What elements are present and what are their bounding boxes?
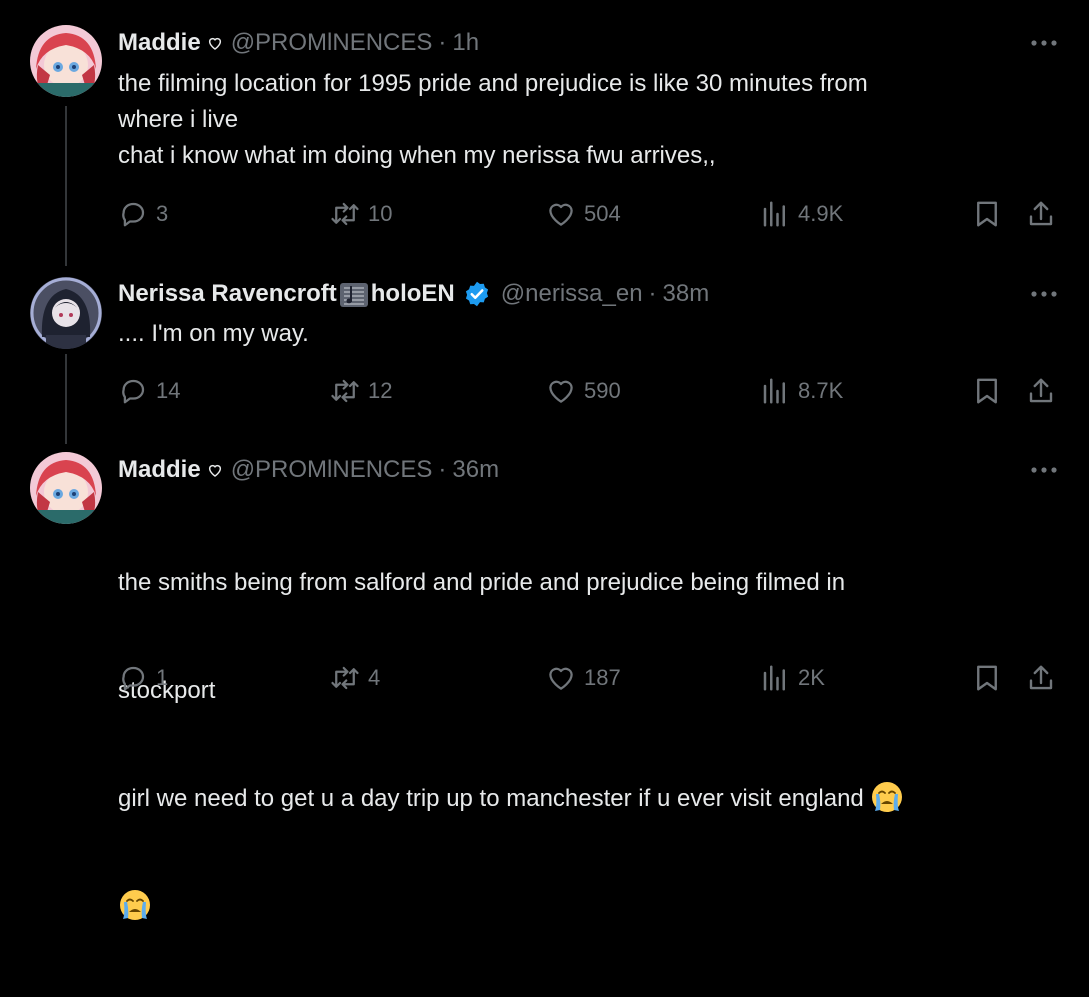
avatar[interactable]: [30, 25, 102, 97]
bookmark-icon: [977, 201, 997, 227]
bookmark-icon: [977, 665, 997, 691]
tweet-text-line: girl we need to get u a day trip up to m…: [118, 781, 1038, 817]
views-icon: [763, 201, 785, 227]
like-icon: [549, 667, 573, 690]
tweet[interactable]: Maddie @PROMlNENCES · 1h the filming loc…: [0, 0, 1089, 260]
reply-button[interactable]: 3: [118, 196, 168, 232]
like-button[interactable]: 590: [546, 373, 621, 409]
retweet-icon: [331, 202, 359, 226]
tweet-text-line: the smiths being from salford and pride …: [118, 569, 846, 596]
share-icon: [1029, 665, 1053, 690]
views-button[interactable]: 4.9K: [760, 196, 843, 232]
action-bar: 3 10 504 4.9K: [118, 196, 1068, 232]
retweet-count: 4: [368, 665, 381, 690]
tweet-header: Maddie @PROMlNENCES · 1h: [118, 28, 479, 58]
handle[interactable]: @PROMlNENCES: [231, 456, 433, 484]
reply-count: 3: [156, 201, 169, 226]
timestamp[interactable]: 1h: [452, 29, 479, 57]
display-name[interactable]: Maddie: [118, 456, 201, 484]
action-bar: 1 4 187 2K: [118, 660, 1068, 696]
tweet-header: Nerissa Ravencroft holoEN @nerissa_en · 3…: [118, 279, 709, 309]
share-icon: [1029, 378, 1053, 403]
more-icon[interactable]: [1029, 32, 1059, 54]
retweet-count: 10: [368, 201, 393, 226]
like-count: 187: [584, 665, 621, 690]
reply-count: 1: [156, 665, 169, 690]
music-score-icon: [339, 282, 368, 307]
separator-dot: ·: [648, 280, 657, 307]
reply-count: 14: [156, 378, 181, 403]
like-icon: [549, 380, 573, 403]
views-count: 4.9K: [798, 201, 844, 226]
views-count: 2K: [798, 665, 825, 690]
reply-icon: [122, 202, 145, 227]
timestamp[interactable]: 38m: [663, 280, 710, 308]
verified-badge-icon: [463, 280, 491, 308]
views-button[interactable]: 2K: [760, 660, 825, 696]
retweet-button[interactable]: 12: [330, 373, 392, 409]
display-name[interactable]: Maddie: [118, 29, 201, 57]
bookmark-icon: [977, 378, 997, 404]
views-count: 8.7K: [798, 378, 844, 403]
share-button[interactable]: [1026, 373, 1056, 409]
like-icon: [549, 203, 573, 226]
tweet-text-line: [118, 889, 1038, 925]
retweet-button[interactable]: 4: [330, 660, 380, 696]
retweet-count: 12: [368, 378, 393, 403]
like-button[interactable]: 187: [546, 660, 621, 696]
share-icon: [1029, 201, 1053, 226]
tweet[interactable]: Nerissa Ravencroft holoEN @nerissa_en · 3…: [0, 260, 1089, 440]
crying-face-emoji: [120, 889, 150, 920]
timestamp[interactable]: 36m: [452, 456, 499, 484]
action-bar: 14 12 590 8.7K: [118, 373, 1068, 409]
handle[interactable]: @nerissa_en: [501, 280, 643, 308]
more-icon[interactable]: [1029, 459, 1059, 481]
tweet-text: the smiths being from salford and pride …: [118, 493, 1038, 997]
heart-badge-icon: [207, 462, 223, 478]
views-icon: [763, 665, 785, 691]
crying-face-emoji: [872, 781, 903, 812]
bookmark-button[interactable]: [972, 373, 1002, 409]
like-button[interactable]: 504: [546, 196, 621, 232]
like-count: 504: [584, 201, 621, 226]
share-button[interactable]: [1026, 196, 1056, 232]
tweet-text: .... I'm on my way.: [118, 320, 309, 347]
retweet-icon: [331, 379, 359, 403]
more-icon[interactable]: [1029, 283, 1059, 305]
tweet[interactable]: Maddie @PROMlNENCES · 36m the smiths bei…: [0, 440, 1089, 920]
reply-icon: [122, 666, 145, 691]
heart-badge-icon: [207, 35, 223, 51]
views-icon: [763, 378, 785, 404]
reply-button[interactable]: 14: [118, 373, 180, 409]
separator-dot: ·: [438, 29, 447, 56]
avatar[interactable]: [30, 452, 102, 524]
handle[interactable]: @PROMlNENCES: [231, 29, 433, 57]
tweet-header: Maddie @PROMlNENCES · 36m: [118, 455, 499, 485]
separator-dot: ·: [438, 456, 447, 483]
display-name[interactable]: Nerissa Ravencroft holoEN: [118, 280, 455, 308]
views-button[interactable]: 8.7K: [760, 373, 843, 409]
tweet-text: the filming location for 1995 pride and …: [118, 70, 868, 169]
reply-button[interactable]: 1: [118, 660, 168, 696]
like-count: 590: [584, 378, 621, 403]
bookmark-button[interactable]: [972, 660, 1002, 696]
share-button[interactable]: [1026, 660, 1056, 696]
retweet-icon: [331, 666, 359, 690]
avatar[interactable]: [30, 277, 102, 349]
retweet-button[interactable]: 10: [330, 196, 392, 232]
bookmark-button[interactable]: [972, 196, 1002, 232]
reply-icon: [122, 379, 145, 404]
